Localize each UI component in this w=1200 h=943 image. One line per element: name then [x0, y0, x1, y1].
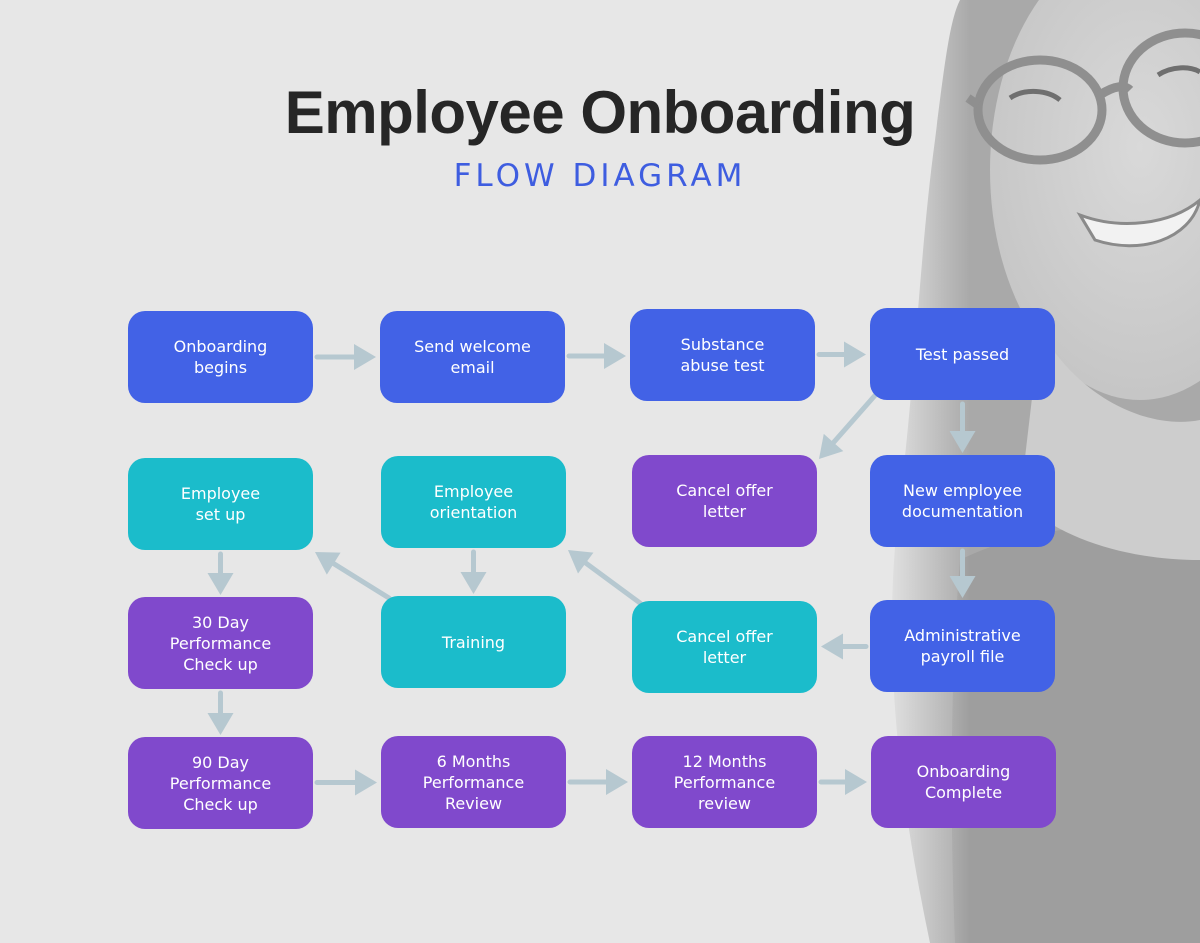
node-administrative-payroll-file[interactable]: Administrative payroll file: [870, 600, 1055, 692]
node-onboarding-complete[interactable]: Onboarding Complete: [871, 736, 1056, 828]
node-onboarding-begins[interactable]: Onboarding begins: [128, 311, 313, 403]
shirt-shape: [951, 526, 1200, 943]
node-cancel-offer-letter-1[interactable]: Cancel offer letter: [632, 455, 817, 547]
node-cancel-offer-letter-2[interactable]: Cancel offer letter: [632, 601, 817, 693]
node-12-months-review[interactable]: 12 Months Performance review: [632, 736, 817, 828]
node-training[interactable]: Training: [381, 596, 566, 688]
node-substance-abuse-test[interactable]: Substance abuse test: [630, 309, 815, 401]
node-test-passed[interactable]: Test passed: [870, 308, 1055, 400]
page-title: Employee Onboarding: [284, 79, 916, 146]
node-new-employee-documentation[interactable]: New employee documentation: [870, 455, 1055, 547]
node-6-months-review[interactable]: 6 Months Performance Review: [381, 736, 566, 828]
node-employee-orientation[interactable]: Employee orientation: [381, 456, 566, 548]
node-30-day-check-up[interactable]: 30 Day Performance Check up: [128, 597, 313, 689]
node-90-day-check-up[interactable]: 90 Day Performance Check up: [128, 737, 313, 829]
page-subtitle: FLOW DIAGRAM: [453, 158, 747, 194]
node-employee-set-up[interactable]: Employee set up: [128, 458, 313, 550]
node-send-welcome-email[interactable]: Send welcome email: [380, 311, 565, 403]
